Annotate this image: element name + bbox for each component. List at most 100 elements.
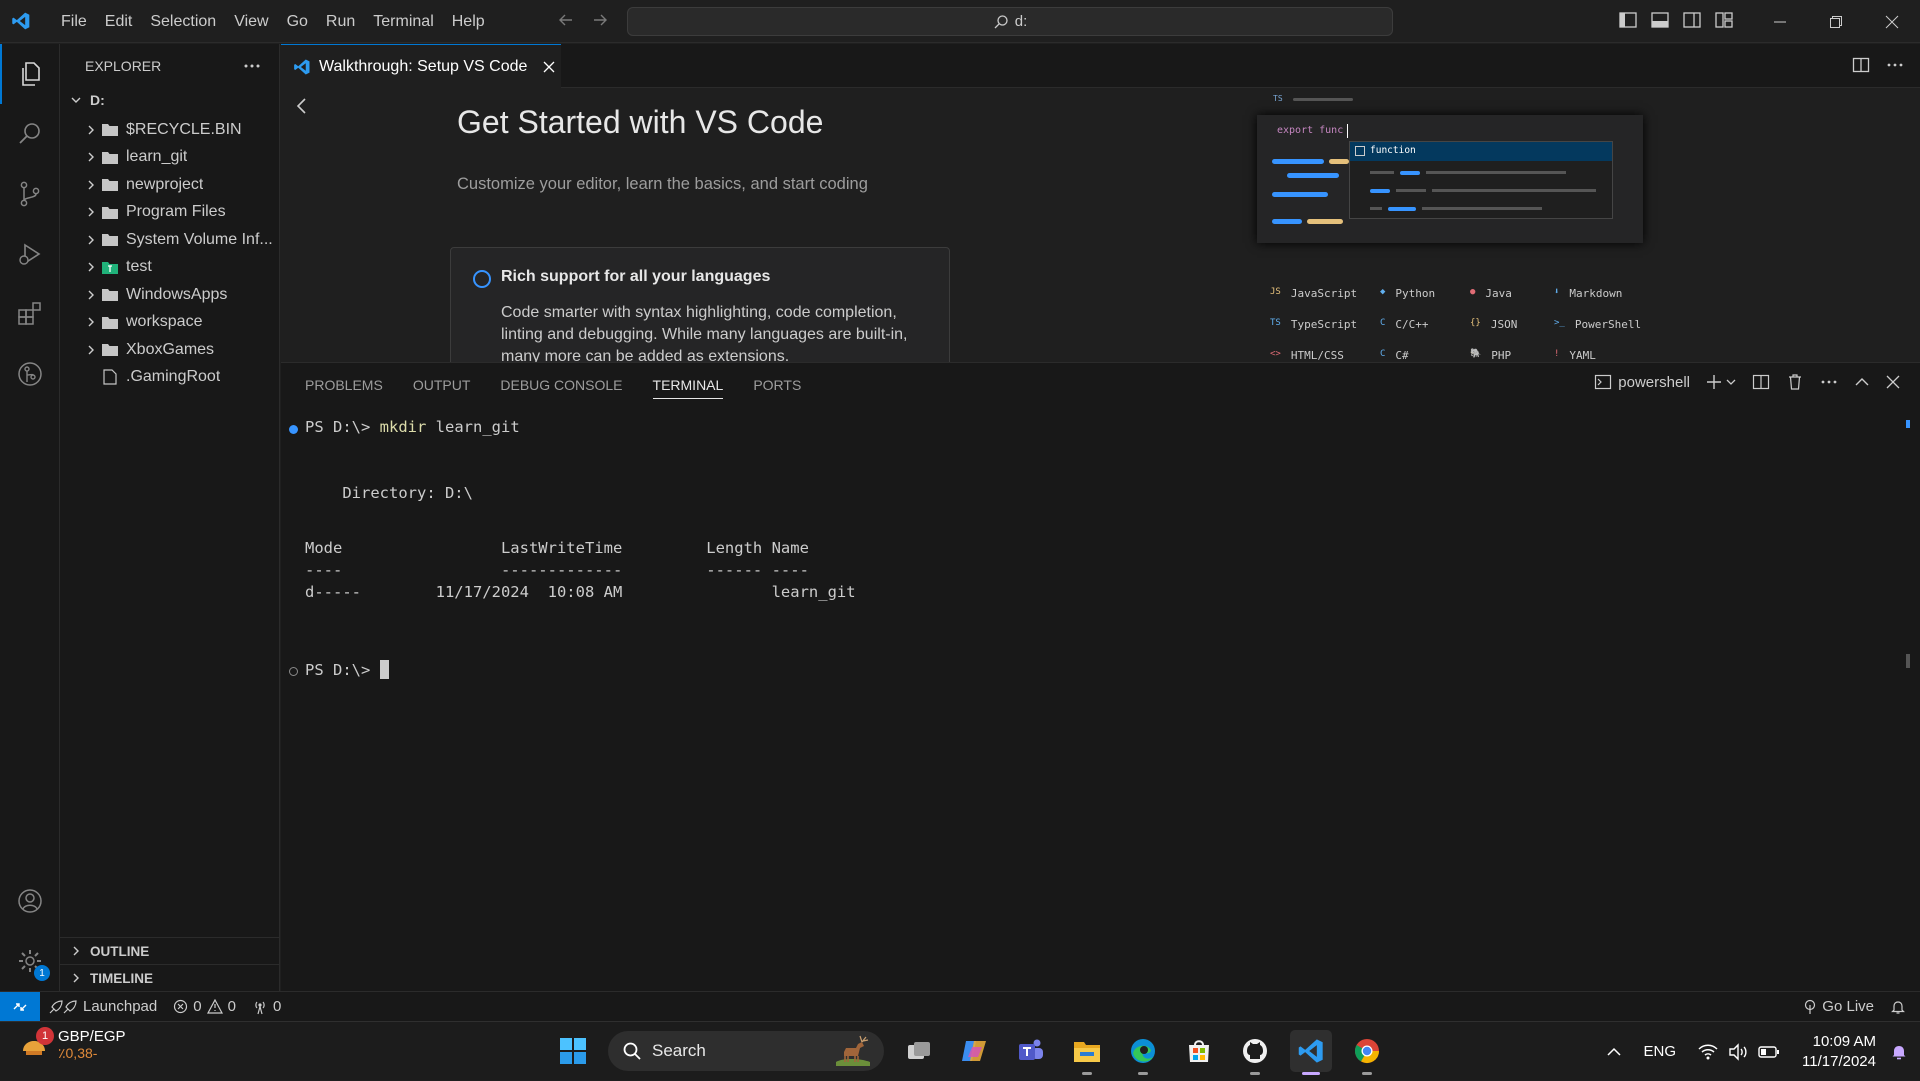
tree-item-recycle-bin[interactable]: $RECYCLE.BIN: [60, 116, 279, 144]
forward-arrow-icon[interactable]: [590, 10, 610, 30]
warning-icon: [206, 999, 223, 1014]
tab-ports[interactable]: PORTS: [753, 363, 801, 407]
split-editor-icon[interactable]: [1852, 56, 1870, 74]
tab-walkthrough[interactable]: Walkthrough: Setup VS Code: [281, 44, 561, 88]
problems-item[interactable]: 0 0: [165, 998, 244, 1015]
github-desktop-button[interactable]: [1234, 1030, 1276, 1075]
customize-layout-icon[interactable]: [1714, 10, 1734, 30]
chrome-button[interactable]: [1346, 1030, 1388, 1075]
walkthrough-step-card[interactable]: Rich support for all your languages Code…: [450, 247, 950, 362]
language-label: C#: [1395, 349, 1409, 362]
tab-output[interactable]: OUTPUT: [413, 363, 471, 407]
clock[interactable]: 10:09 AM 11/17/2024: [1802, 1032, 1876, 1072]
extensions-activity[interactable]: [0, 284, 60, 344]
editor-tabs: Walkthrough: Setup VS Code: [281, 44, 1920, 88]
input-language[interactable]: ENG: [1644, 1043, 1677, 1060]
source-control-activity[interactable]: [0, 164, 60, 224]
accounts-activity[interactable]: [0, 871, 60, 931]
more-actions-icon[interactable]: [1886, 56, 1904, 74]
explorer-root-folder[interactable]: D:: [60, 88, 279, 112]
launchpad-item[interactable]: Launchpad: [40, 998, 165, 1015]
notification-bell-icon[interactable]: [1890, 1043, 1908, 1061]
toggle-secondary-sidebar-icon[interactable]: [1682, 10, 1702, 30]
trash-icon[interactable]: [1786, 373, 1804, 391]
menu-selection[interactable]: Selection: [141, 0, 225, 43]
timeline-section[interactable]: TIMELINE: [60, 964, 279, 991]
manage-activity[interactable]: 1: [0, 931, 60, 991]
menu-go[interactable]: Go: [278, 0, 317, 43]
outline-section[interactable]: OUTLINE: [60, 937, 279, 964]
tree-item-test[interactable]: test: [60, 254, 279, 282]
language-item: JS JavaScript: [1270, 287, 1380, 300]
back-arrow-icon[interactable]: [556, 10, 576, 30]
notifications-button[interactable]: [1882, 999, 1920, 1015]
tab-problems[interactable]: PROBLEMS: [305, 363, 383, 407]
menu-help[interactable]: Help: [443, 0, 494, 43]
explorer-activity[interactable]: [0, 44, 60, 104]
teams-button[interactable]: [1010, 1030, 1052, 1072]
minimize-button[interactable]: [1752, 0, 1808, 43]
terminal-shell-selector[interactable]: powershell: [1594, 373, 1690, 391]
taskbar-search-box[interactable]: Search: [608, 1031, 884, 1071]
toggle-primary-sidebar-icon[interactable]: [1618, 10, 1638, 30]
close-window-button[interactable]: [1864, 0, 1920, 43]
run-debug-icon: [16, 240, 44, 268]
chevron-right-icon: [82, 261, 100, 273]
preview-line: [1396, 189, 1426, 192]
chevron-right-icon: [82, 289, 100, 301]
microsoft-store-button[interactable]: [1178, 1030, 1220, 1072]
ticker-icon: 1: [20, 1027, 54, 1059]
maximize-panel-icon[interactable]: [1854, 374, 1870, 390]
menu-file[interactable]: File: [52, 0, 96, 43]
ports-item[interactable]: 0: [244, 998, 289, 1015]
more-actions-icon[interactable]: [243, 63, 261, 69]
remote-indicator[interactable]: [0, 991, 40, 1022]
close-icon[interactable]: [543, 61, 555, 73]
chevron-up-icon[interactable]: [1606, 1044, 1622, 1060]
tab-debug-console[interactable]: DEBUG CONSOLE: [500, 363, 622, 407]
menu-run[interactable]: Run: [317, 0, 364, 43]
tree-item-system-volume-info[interactable]: System Volume Inf...: [60, 226, 279, 254]
scrollbar-thumb[interactable]: [1906, 654, 1910, 668]
task-view-button[interactable]: [898, 1030, 940, 1072]
preview-line: [1388, 207, 1416, 211]
gitlens-activity[interactable]: [0, 344, 60, 404]
command-center-search[interactable]: d:: [627, 7, 1393, 36]
language-item: >_ PowerShell: [1554, 318, 1654, 331]
restore-button[interactable]: [1808, 0, 1864, 43]
go-live-button[interactable]: Go Live: [1795, 998, 1882, 1015]
back-chevron-icon[interactable]: [295, 96, 309, 116]
copilot-button[interactable]: [954, 1030, 996, 1072]
preview-line: [1272, 219, 1302, 224]
file-explorer-button[interactable]: [1066, 1030, 1108, 1075]
preview-line: [1287, 173, 1339, 178]
split-terminal-icon[interactable]: [1752, 373, 1770, 391]
preview-suggestion: function: [1370, 145, 1416, 156]
tree-item-newproject[interactable]: newproject: [60, 171, 279, 199]
menu-edit[interactable]: Edit: [96, 0, 142, 43]
menu-terminal[interactable]: Terminal: [364, 0, 442, 43]
quick-settings[interactable]: [1698, 1042, 1780, 1061]
tree-item-label: XboxGames: [126, 340, 215, 358]
toggle-panel-icon[interactable]: [1650, 10, 1670, 30]
preview-line: [1422, 207, 1542, 210]
tree-item-xboxgames[interactable]: XboxGames: [60, 336, 279, 364]
start-button[interactable]: [552, 1030, 594, 1072]
run-debug-activity[interactable]: [0, 224, 60, 284]
more-actions-icon[interactable]: [1820, 373, 1838, 391]
close-panel-icon[interactable]: [1886, 375, 1900, 389]
search-activity[interactable]: [0, 104, 60, 164]
menu-view[interactable]: View: [225, 0, 277, 43]
vscode-taskbar-button[interactable]: [1290, 1030, 1332, 1075]
edge-button[interactable]: [1122, 1030, 1164, 1075]
tree-item-gamingroot[interactable]: .GamingRoot: [60, 364, 279, 392]
command-pending-icon: [289, 667, 298, 676]
chevron-down-icon: [1726, 377, 1736, 387]
tree-item-windowsapps[interactable]: WindowsApps: [60, 281, 279, 309]
tab-terminal[interactable]: TERMINAL: [652, 363, 723, 407]
tree-item-workspace[interactable]: workspace: [60, 309, 279, 337]
new-terminal-button[interactable]: [1706, 374, 1736, 390]
widgets-ticker[interactable]: 1 GBP/EGP ٪0,38-: [20, 1027, 126, 1062]
tree-item-program-files[interactable]: Program Files: [60, 199, 279, 227]
tree-item-learn-git[interactable]: learn_git: [60, 144, 279, 172]
